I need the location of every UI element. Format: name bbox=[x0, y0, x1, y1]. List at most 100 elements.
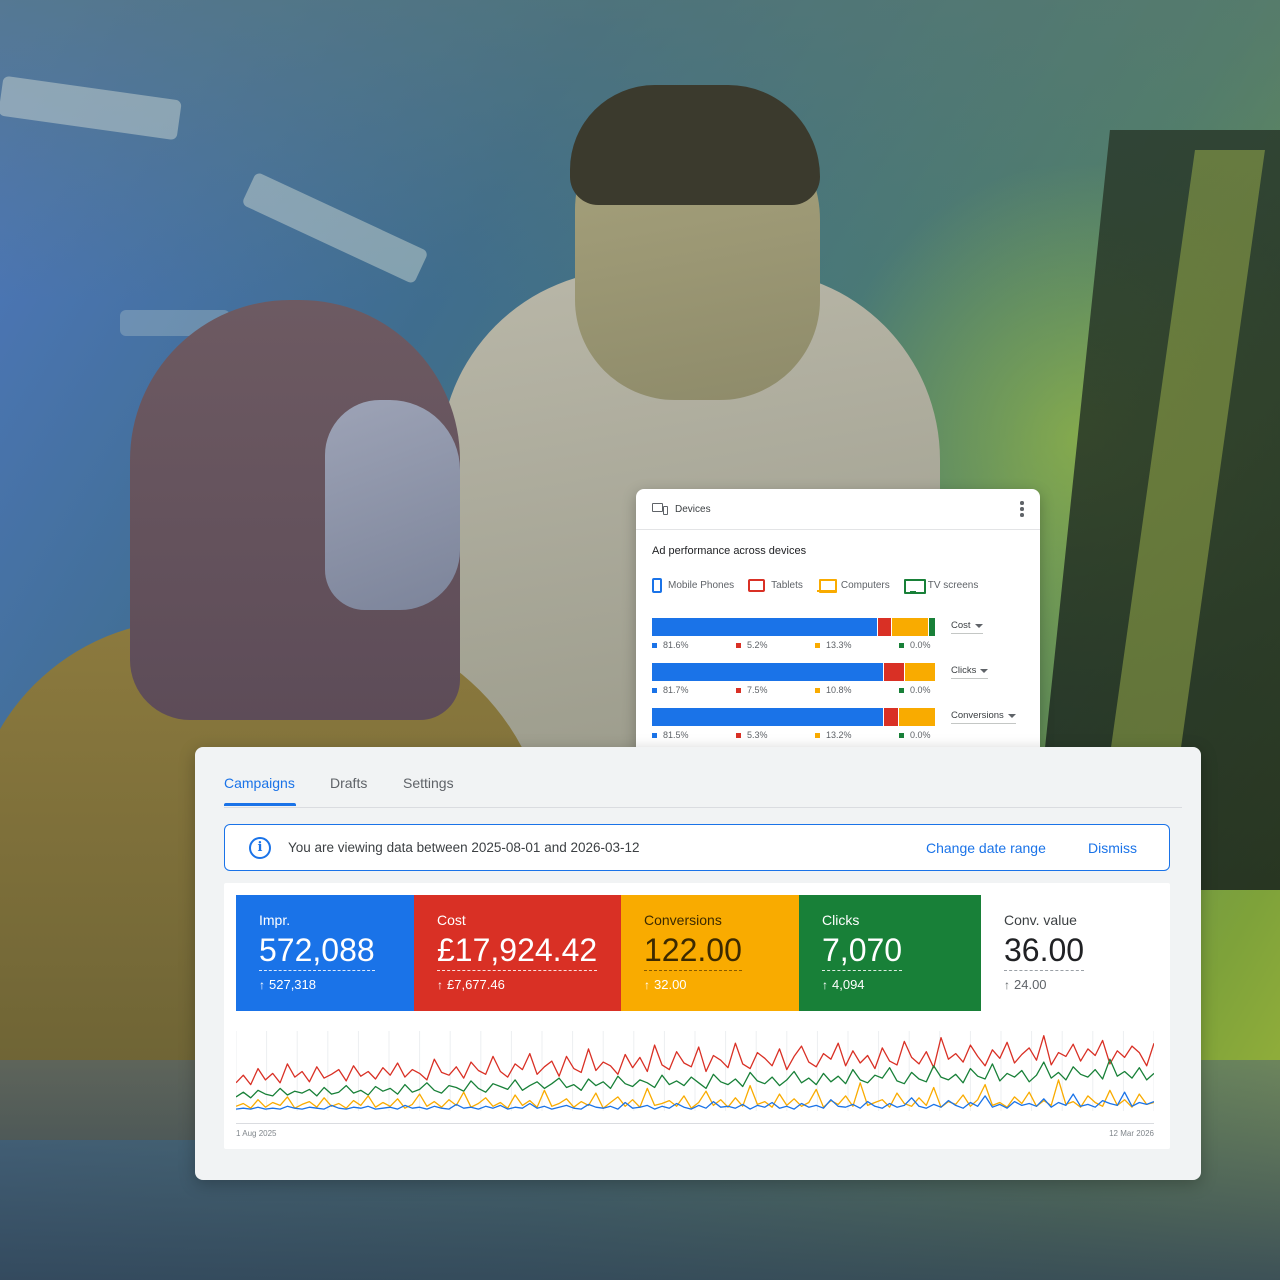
metric-label: Conv. value bbox=[1004, 912, 1077, 928]
tv-screen-icon bbox=[903, 578, 926, 594]
chevron-down-icon bbox=[1007, 713, 1016, 718]
percentage-label: 0.0% bbox=[899, 730, 931, 740]
metric-delta: ↑ 527,318 bbox=[259, 977, 316, 992]
devices-card: Devices Ad performance across devices Mo… bbox=[636, 489, 1040, 757]
delta-value: £7,677.46 bbox=[447, 977, 505, 992]
metric-delta: ↑ 24.00 bbox=[1004, 977, 1047, 992]
metric-value: 7,070 bbox=[822, 932, 903, 971]
stacked-bar bbox=[652, 663, 935, 681]
metric-value: £17,924.42 bbox=[437, 932, 598, 971]
percentage-label: 5.2% bbox=[736, 640, 768, 650]
tab-campaigns[interactable]: Campaigns bbox=[224, 775, 295, 791]
info-icon: i bbox=[249, 836, 271, 859]
devices-subtitle: Ad performance across devices bbox=[652, 545, 807, 557]
tab-settings[interactable]: Settings bbox=[403, 775, 454, 791]
segment-mobile-phones bbox=[652, 618, 878, 636]
metric-tile-conv-value[interactable]: Conv. value 36.00 ↑ 24.00 bbox=[981, 895, 1159, 1011]
metric-label: Conversions bbox=[644, 912, 722, 928]
devices-icon bbox=[652, 503, 668, 515]
metric-tile-conversions[interactable]: Conversions 122.00 ↑ 32.00 bbox=[621, 895, 799, 1011]
segment-mobile-phones bbox=[652, 708, 883, 726]
metric-label: Impr. bbox=[259, 912, 291, 928]
metric-select-cost[interactable]: Cost bbox=[951, 620, 983, 634]
more-options-icon[interactable] bbox=[1020, 501, 1024, 517]
metric-select-clicks[interactable]: Clicks bbox=[951, 665, 989, 679]
delta-value: 4,094 bbox=[832, 977, 865, 992]
percentage-label: 13.2% bbox=[815, 730, 852, 740]
percentage-label: 13.3% bbox=[815, 640, 852, 650]
mobile-phone-icon bbox=[652, 578, 662, 593]
arrow-up-icon: ↑ bbox=[1004, 977, 1010, 992]
percentage-label: 7.5% bbox=[736, 685, 768, 695]
legend-tablets: Tablets bbox=[748, 579, 803, 592]
segment-computers bbox=[904, 663, 935, 681]
metric-label: Cost bbox=[951, 620, 971, 631]
metric-value: 122.00 bbox=[644, 932, 742, 971]
metric-select-conversions[interactable]: Conversions bbox=[951, 710, 1016, 724]
percentage-label: 81.7% bbox=[652, 685, 689, 695]
percentage-label: 5.3% bbox=[736, 730, 768, 740]
segment-tv-screens bbox=[928, 618, 935, 636]
stacked-bar bbox=[652, 618, 935, 636]
chevron-down-icon bbox=[980, 668, 989, 673]
percentages: 81.6% 5.2% 13.3% 0.0% bbox=[652, 640, 935, 652]
devices-card-header: Devices bbox=[636, 489, 1040, 530]
devices-title: Devices bbox=[675, 503, 711, 515]
change-date-range-link[interactable]: Change date range bbox=[926, 840, 1046, 856]
campaigns-panel: Campaigns Drafts Settings i You are view… bbox=[195, 747, 1201, 1180]
segment-mobile-phones bbox=[652, 663, 884, 681]
segment-tablets bbox=[883, 663, 905, 681]
delta-value: 24.00 bbox=[1014, 977, 1047, 992]
metric-value: 572,088 bbox=[259, 932, 375, 971]
tab-drafts[interactable]: Drafts bbox=[330, 775, 367, 791]
percentage-label: 0.0% bbox=[899, 685, 931, 695]
legend-label: Computers bbox=[840, 580, 890, 591]
segment-computers bbox=[891, 618, 929, 636]
delta-value: 527,318 bbox=[269, 977, 316, 992]
percentages: 81.5% 5.3% 13.2% 0.0% bbox=[652, 730, 935, 742]
metric-value: 36.00 bbox=[1004, 932, 1085, 971]
legend-label: TV screens bbox=[927, 580, 979, 591]
dismiss-link[interactable]: Dismiss bbox=[1088, 840, 1137, 856]
performance-card: Impr. 572,088 ↑ 527,318 Cost £17,924.42 ↑… bbox=[224, 883, 1170, 1149]
legend-tv-screens: TV screens bbox=[903, 578, 979, 594]
devices-row-clicks: 81.7% 7.5% 10.8% 0.0% Clicks bbox=[652, 663, 1022, 701]
x-axis-end-label: 12 Mar 2026 bbox=[1109, 1129, 1154, 1138]
percentage-label: 0.0% bbox=[899, 640, 931, 650]
legend-computers: Computers bbox=[816, 579, 890, 593]
metric-label: Conversions bbox=[951, 710, 1004, 721]
metric-label: Clicks bbox=[822, 912, 860, 928]
performance-trend-chart bbox=[236, 1031, 1154, 1111]
metric-tile-impressions[interactable]: Impr. 572,088 ↑ 527,318 bbox=[236, 895, 414, 1011]
tab-bar: Campaigns Drafts Settings bbox=[224, 747, 1182, 808]
arrow-up-icon: ↑ bbox=[437, 977, 443, 992]
legend-mobile-phones: Mobile Phones bbox=[652, 578, 734, 593]
stacked-bar bbox=[652, 708, 935, 726]
metric-delta: ↑ £7,677.46 bbox=[437, 977, 505, 992]
chevron-down-icon bbox=[974, 623, 983, 628]
arrow-up-icon: ↑ bbox=[644, 977, 650, 992]
computer-icon bbox=[816, 579, 837, 593]
metric-tile-cost[interactable]: Cost £17,924.42 ↑ £7,677.46 bbox=[414, 895, 621, 1011]
segment-tablets bbox=[877, 618, 892, 636]
tablet-icon bbox=[748, 579, 766, 592]
segment-tablets bbox=[882, 708, 898, 726]
banner-text: You are viewing data between 2025-08-01 … bbox=[288, 840, 640, 855]
percentage-label: 81.6% bbox=[652, 640, 689, 650]
segment-computers bbox=[897, 708, 935, 726]
metric-label: Cost bbox=[437, 912, 466, 928]
arrow-up-icon: ↑ bbox=[822, 977, 828, 992]
date-range-banner: i You are viewing data between 2025-08-0… bbox=[224, 824, 1170, 871]
percentage-label: 81.5% bbox=[652, 730, 689, 740]
legend-label: Tablets bbox=[771, 580, 803, 591]
metric-tile-clicks[interactable]: Clicks 7,070 ↑ 4,094 bbox=[799, 895, 981, 1011]
devices-legend: Mobile Phones Tablets Computers TV scree… bbox=[652, 578, 979, 594]
devices-row-cost: 81.6% 5.2% 13.3% 0.0% Cost bbox=[652, 618, 1022, 656]
metric-delta: ↑ 32.00 bbox=[644, 977, 687, 992]
chart-baseline bbox=[236, 1123, 1154, 1124]
legend-label: Mobile Phones bbox=[668, 580, 735, 591]
active-tab-indicator bbox=[224, 803, 296, 806]
percentages: 81.7% 7.5% 10.8% 0.0% bbox=[652, 685, 935, 697]
metric-label: Clicks bbox=[951, 665, 977, 676]
arrow-up-icon: ↑ bbox=[259, 977, 265, 992]
